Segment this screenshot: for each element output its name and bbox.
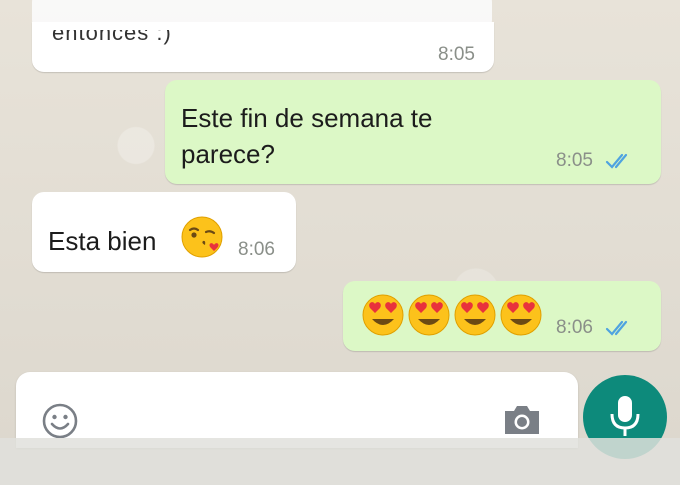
message-input-bar[interactable]: [16, 372, 578, 448]
blurred-bottom-strip: [0, 438, 680, 485]
previous-message-text: entonces :): [52, 20, 172, 45]
previous-message-bubble[interactable]: entonces :) 8:05: [32, 22, 494, 72]
message-time: 8:06: [238, 239, 275, 260]
heart-eyes-icon: [454, 294, 496, 336]
heart-eyes-icon: [362, 294, 404, 336]
mic-icon: [610, 396, 640, 436]
incoming-message-bubble[interactable]: Esta bien 8:06: [32, 192, 296, 272]
previous-message-time: 8:05: [438, 44, 475, 65]
message-text: Este fin de semana te parece?: [181, 100, 432, 172]
double-check-read-icon: [605, 153, 628, 169]
message-text: Esta bien: [48, 226, 157, 256]
outgoing-emoji-message-bubble[interactable]: 8:06: [343, 281, 661, 351]
camera-icon[interactable]: [501, 402, 543, 438]
message-time: 8:05: [556, 150, 593, 171]
outgoing-message-bubble[interactable]: Este fin de semana te parece? 8:05: [165, 80, 661, 184]
smiley-icon[interactable]: [41, 402, 79, 440]
heart-eyes-icon: [500, 294, 542, 336]
message-line-1: Este fin de semana te: [181, 103, 433, 133]
message-time: 8:06: [556, 317, 593, 338]
message-line-2: parece?: [181, 139, 275, 169]
heart-eyes-icon: [408, 294, 450, 336]
double-check-read-icon: [605, 320, 628, 336]
face-blowing-kiss-icon: [181, 216, 223, 258]
